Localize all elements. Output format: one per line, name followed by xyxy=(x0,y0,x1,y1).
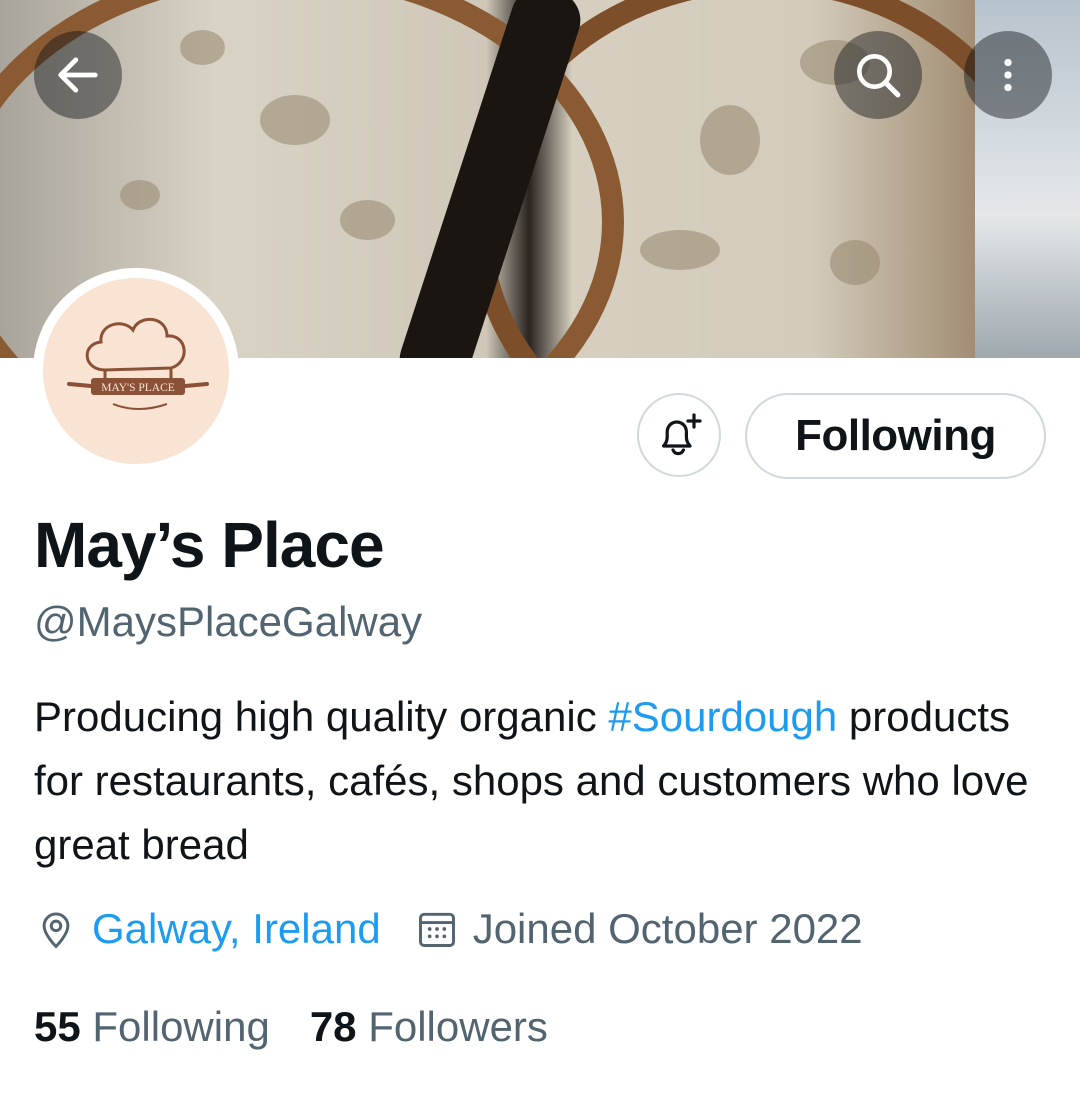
bread-hole xyxy=(340,200,395,240)
bread-hole xyxy=(830,240,880,285)
location-link[interactable]: Galway, Ireland xyxy=(92,905,381,953)
notifications-button[interactable] xyxy=(637,393,721,477)
avatar-logo: MAY'S PLACE xyxy=(43,278,229,464)
bread-hole xyxy=(260,95,330,145)
more-options-button[interactable] xyxy=(964,31,1052,119)
hashtag-link[interactable]: #Sourdough xyxy=(608,693,837,740)
profile-stats: 55 Following 78 Followers xyxy=(34,1003,548,1051)
bio-text: Producing high quality organic xyxy=(34,693,609,740)
avatar-logo-text: MAY'S PLACE xyxy=(101,382,175,394)
followers-count: 78 xyxy=(309,1003,357,1050)
chef-hat-logo: MAY'S PLACE xyxy=(67,317,209,410)
profile-handle: @MaysPlaceGalway xyxy=(34,598,423,645)
arrow-left-icon xyxy=(58,57,98,93)
bell-plus-icon xyxy=(662,413,702,456)
bread-hole xyxy=(180,30,225,65)
profile-avatar[interactable]: MAY'S PLACE xyxy=(33,268,239,474)
more-vertical-icon xyxy=(1004,58,1012,92)
profile-bio: Producing high quality organic #Sourdoug… xyxy=(34,685,1044,877)
following-label: Following xyxy=(92,1003,270,1050)
location-pin-icon xyxy=(34,907,78,951)
search-button[interactable] xyxy=(834,31,922,119)
followers-label: Followers xyxy=(368,1003,548,1050)
bread-hole xyxy=(640,230,720,270)
back-button[interactable] xyxy=(34,31,122,119)
bread-hole xyxy=(700,105,760,175)
following-button[interactable]: Following xyxy=(745,393,1046,479)
search-icon xyxy=(857,54,901,98)
bread-hole xyxy=(120,180,160,210)
profile-meta: Galway, Ireland Joined October 2022 xyxy=(34,905,863,953)
profile-name: May’s Place xyxy=(34,509,385,581)
calendar-icon xyxy=(415,907,459,951)
followers-stat[interactable]: 78 Followers xyxy=(310,1003,548,1050)
joined-date: Joined October 2022 xyxy=(472,905,863,952)
following-stat[interactable]: 55 Following xyxy=(34,1003,270,1050)
following-count: 55 xyxy=(34,1003,81,1050)
